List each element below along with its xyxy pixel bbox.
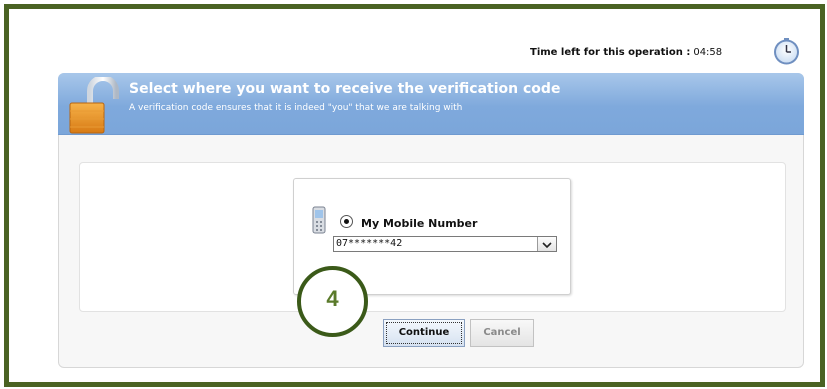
chevron-down-icon[interactable] <box>537 237 556 251</box>
step-number: 4 <box>326 286 339 311</box>
cancel-button[interactable]: Cancel <box>470 319 534 347</box>
clock-icon <box>774 38 799 65</box>
mobile-number-value: 07*******42 <box>336 238 403 249</box>
continue-button[interactable]: Continue <box>383 319 465 347</box>
dialog-subtitle: A verification code ensures that it is i… <box>129 103 463 113</box>
mobile-number-select[interactable]: 07*******42 <box>333 236 557 252</box>
step-annotation-circle: 4 <box>297 266 368 337</box>
mobile-number-label: My Mobile Number <box>361 217 478 230</box>
timer-text: Time left for this operation :04:58 <box>530 47 768 58</box>
mobile-number-radio[interactable] <box>340 215 353 228</box>
timer-value: 04:58 <box>693 47 723 58</box>
dialog-title: Select where you want to receive the ver… <box>129 81 561 97</box>
mobile-phone-icon <box>312 206 326 234</box>
unlocked-padlock-icon <box>69 77 119 134</box>
timer-label: Time left for this operation : <box>530 47 691 58</box>
dialog-header: Select where you want to receive the ver… <box>58 73 804 135</box>
